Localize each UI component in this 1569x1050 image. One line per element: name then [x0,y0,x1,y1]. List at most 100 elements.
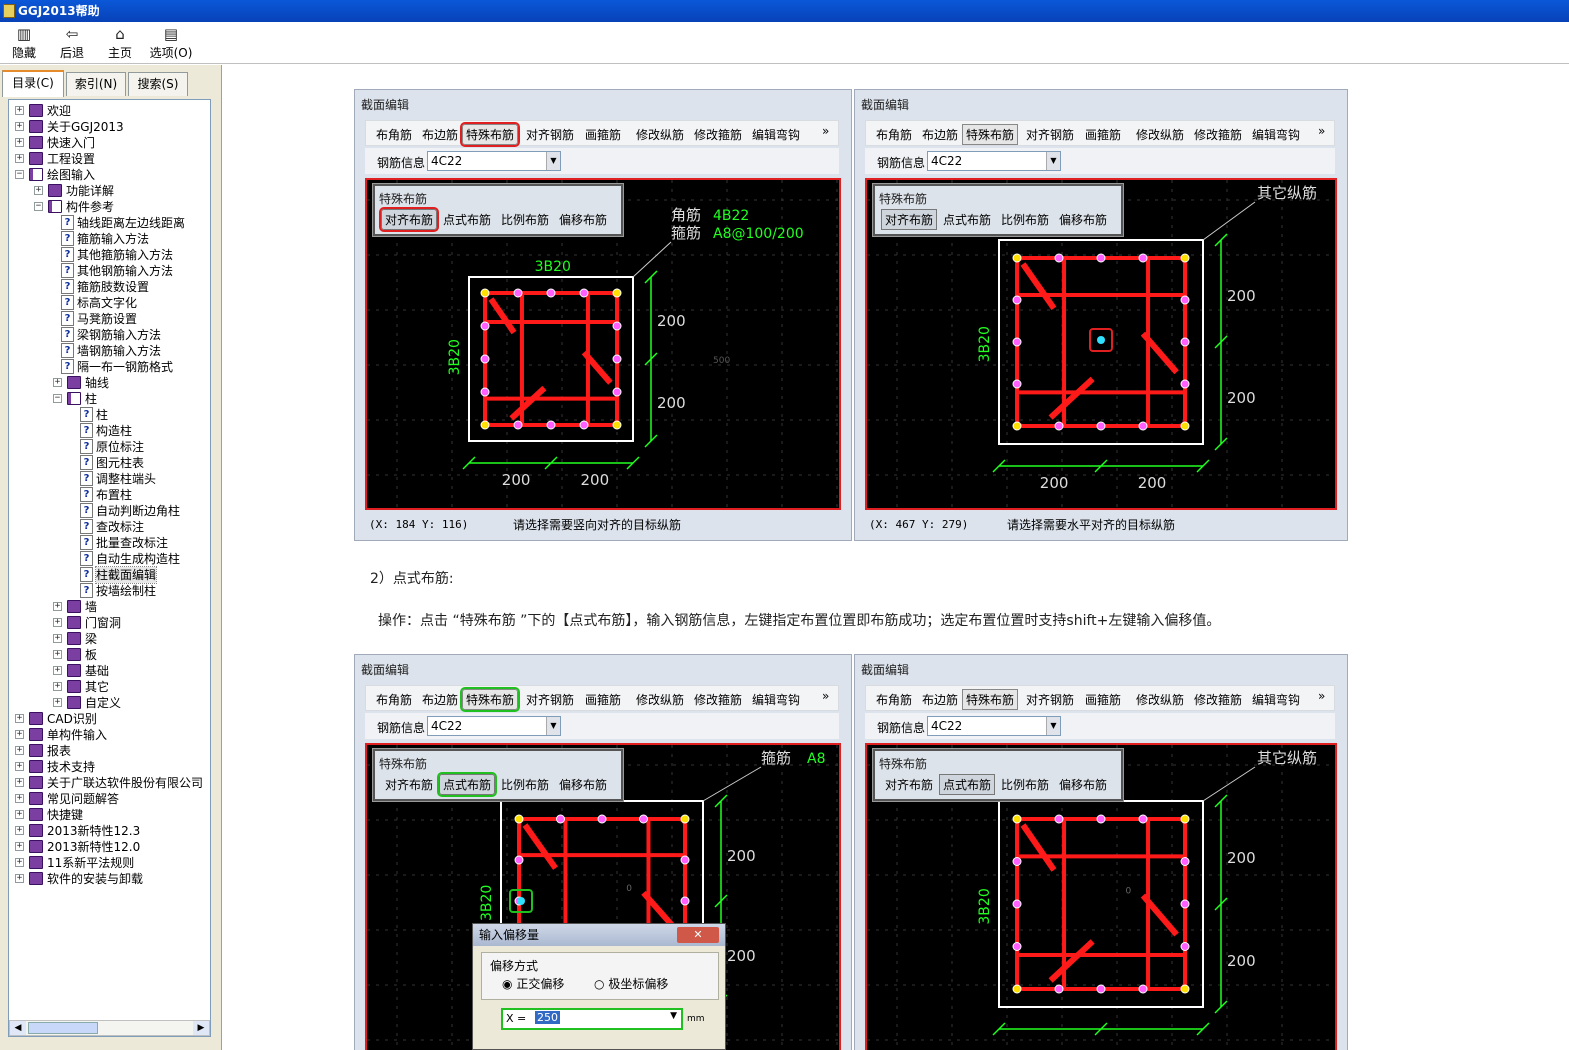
options-button[interactable]: ▤ 选项(O) [146,26,196,61]
tree-item[interactable]: + 板 [9,647,209,663]
tree-item[interactable]: ? 梁钢筋输入方法 [9,327,209,343]
tool-1[interactable]: 布边筋 [422,126,458,143]
dropdown-arrow-icon[interactable]: ▼ [670,1011,677,1021]
tree-item[interactable]: − 构件参考 [9,199,209,215]
tool-5[interactable]: 修改纵筋 [636,126,684,143]
collapse-icon[interactable]: − [34,202,43,211]
expand-icon[interactable]: + [15,138,24,147]
expand-icon[interactable]: + [15,154,24,163]
tree-item[interactable]: + 报表 [9,743,209,759]
tool-6[interactable]: 修改箍筋 [694,126,742,143]
tool-2[interactable]: 特殊布筋 [962,124,1019,145]
popup-item-3[interactable]: 偏移布筋 [1059,776,1107,793]
tree-item[interactable]: + 轴线 [9,375,209,391]
tree-item[interactable]: + 基础 [9,663,209,679]
tab-search[interactable]: 搜索(S) [128,72,188,96]
tree-item[interactable]: ? 其他箍筋输入方法 [9,247,209,263]
tool-3[interactable]: 对齐钢筋 [526,126,574,143]
tree-item[interactable]: + 快捷键 [9,807,209,823]
popup-item-0[interactable]: 对齐布筋 [378,207,440,232]
dropdown-arrow-icon[interactable]: ▼ [1046,717,1060,735]
tool-7[interactable]: 编辑弯钩 [752,126,800,143]
popup-item-1[interactable]: 点式布筋 [436,772,498,797]
tree-item[interactable]: ? 隔一布一钢筋格式 [9,359,209,375]
tree-item[interactable]: ? 批量查改标注 [9,535,209,551]
tree-item[interactable]: ? 调整柱端头 [9,471,209,487]
tree-item[interactable]: ? 布置柱 [9,487,209,503]
expand-icon[interactable]: + [15,730,24,739]
tool-7[interactable]: 编辑弯钩 [1252,126,1300,143]
tool-5[interactable]: 修改纵筋 [1136,691,1184,708]
expand-icon[interactable]: + [15,106,24,115]
expand-icon[interactable]: + [53,650,62,659]
popup-item-2[interactable]: 比例布筋 [1001,776,1049,793]
tree-item[interactable]: + 快速入门 [9,135,209,151]
popup-item-2[interactable]: 比例布筋 [501,211,549,228]
x-offset-field[interactable]: X = 250 ▼ [501,1008,683,1030]
tool-4[interactable]: 画箍筋 [585,126,621,143]
expand-icon[interactable]: + [15,122,24,131]
popup-item-2[interactable]: 比例布筋 [1001,211,1049,228]
tree-item[interactable]: + 欢迎 [9,103,209,119]
expand-icon[interactable]: + [15,810,24,819]
tree-item[interactable]: ? 标高文字化 [9,295,209,311]
drawing-canvas[interactable]: 200 200 3B20 0 其它纵筋 特殊布筋 对齐布筋 点式布筋 比例布筋 偏移布筋 [865,743,1337,1050]
tool-3[interactable]: 对齐钢筋 [1026,691,1074,708]
tool-2[interactable]: 特殊布筋 [962,689,1019,710]
tree-item[interactable]: − 绘图输入 [9,167,209,183]
tree-item[interactable]: + 工程设置 [9,151,209,167]
tree-item[interactable]: +2013新特性12.0 [9,839,209,855]
tree-item[interactable]: ? 马凳筋设置 [9,311,209,327]
expand-icon[interactable]: + [34,186,43,195]
tree-item[interactable]: ? 查改标注 [9,519,209,535]
expand-icon[interactable]: + [15,794,24,803]
rebar-info-select[interactable]: 4C22 ▼ [427,151,561,171]
tree-item[interactable]: + 单构件输入 [9,727,209,743]
tree-item[interactable]: ? 构造柱 [9,423,209,439]
popup-item-3[interactable]: 偏移布筋 [559,211,607,228]
dropdown-arrow-icon[interactable]: ▼ [546,717,560,735]
tool-3[interactable]: 对齐钢筋 [526,691,574,708]
collapse-icon[interactable]: − [53,394,62,403]
collapse-icon[interactable]: − [15,170,24,179]
tree-item[interactable]: +11系新平法规则 [9,855,209,871]
tree-item[interactable]: + 软件的安装与卸载 [9,871,209,887]
tree-horizontal-scrollbar[interactable]: ◀ ▶ [9,1020,210,1036]
drawing-canvas[interactable]: 200 200 200 200 3B20 3B20 500 角筋 箍筋 4B22 A8@100/20… [365,178,841,510]
dropdown-arrow-icon[interactable]: ▼ [1046,152,1060,170]
popup-item-1[interactable]: 点式布筋 [939,774,996,795]
tool-4[interactable]: 画箍筋 [585,691,621,708]
expand-icon[interactable]: + [15,778,24,787]
tool-0[interactable]: 布角筋 [876,126,912,143]
tool-6[interactable]: 修改箍筋 [1194,691,1242,708]
dropdown-arrow-icon[interactable]: ▼ [546,152,560,170]
tree-item[interactable]: + 关于GGJ2013 [9,119,209,135]
popup-item-0[interactable]: 对齐布筋 [385,776,433,793]
tool-2[interactable]: 特殊布筋 [459,122,521,147]
tree-item[interactable]: + 关于广联达软件股份有限公司 [9,775,209,791]
tool-6[interactable]: 修改箍筋 [1194,126,1242,143]
scroll-thumb[interactable] [28,1022,98,1034]
tool-6[interactable]: 修改箍筋 [694,691,742,708]
tool-0[interactable]: 布角筋 [876,691,912,708]
scroll-left-icon[interactable]: ◀ [10,1021,26,1035]
tree-item[interactable]: ? 轴线距离左边线距离 [9,215,209,231]
tool-0[interactable]: 布角筋 [376,126,412,143]
tree-item[interactable]: ? 原位标注 [9,439,209,455]
popup-item-1[interactable]: 点式布筋 [943,211,991,228]
tree-item[interactable]: +2013新特性12.3 [9,823,209,839]
tool-1[interactable]: 布边筋 [422,691,458,708]
expand-icon[interactable]: + [53,602,62,611]
tool-3[interactable]: 对齐钢筋 [1026,126,1074,143]
hide-button[interactable]: ▥ 隐藏 [4,26,44,61]
expand-icon[interactable]: + [53,666,62,675]
popup-item-0[interactable]: 对齐布筋 [881,209,938,230]
expand-icon[interactable]: + [15,746,24,755]
tree-item[interactable]: ? 按墙绘制柱 [9,583,209,599]
tool-1[interactable]: 布边筋 [922,691,958,708]
tree-item[interactable]: + 常见问题解答 [9,791,209,807]
back-button[interactable]: ⇦ 后退 [52,26,92,61]
expand-icon[interactable]: + [15,858,24,867]
expand-icon[interactable]: + [15,762,24,771]
tool-7[interactable]: 编辑弯钩 [1252,691,1300,708]
